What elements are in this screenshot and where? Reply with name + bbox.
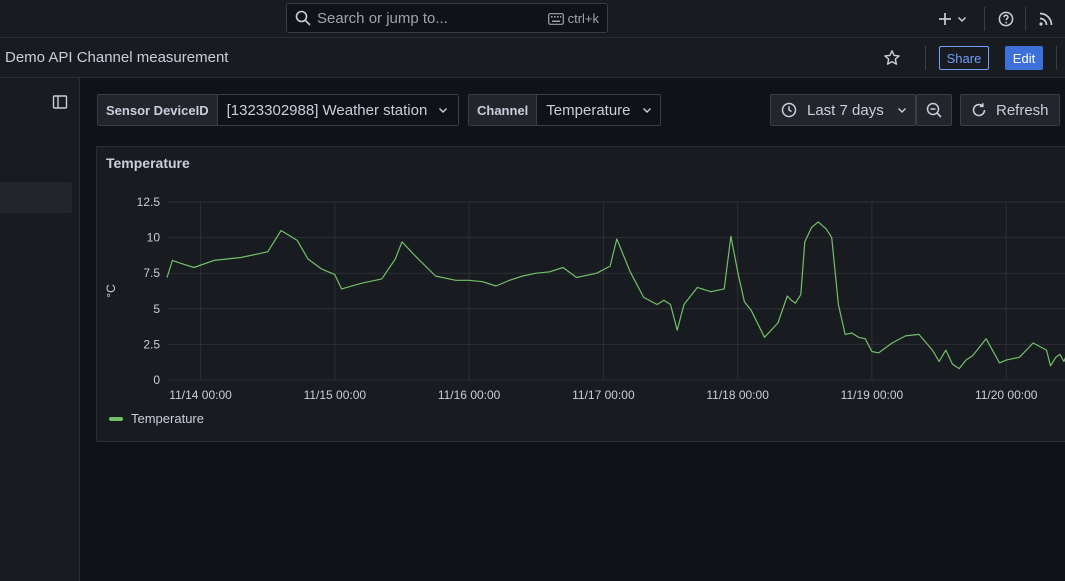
y-tick-label: 0 (153, 373, 160, 387)
sensor-variable-select[interactable]: [1323302988] Weather station (218, 95, 458, 125)
x-tick-label: 11/17 00:00 (572, 388, 635, 402)
series-line-temperature (166, 221, 1065, 370)
sensor-variable-value: [1323302988] Weather station (226, 101, 428, 119)
clock-icon (781, 102, 797, 118)
top-navbar: Search or jump to... ctrl+k (0, 0, 1065, 38)
x-tick-label: 11/15 00:00 (304, 388, 367, 402)
dock-menu-button[interactable] (52, 94, 68, 115)
toolbar-divider (1025, 7, 1026, 31)
temperature-panel[interactable]: 0 2.5 5 7.5 10 12.5 11/14 00:00 11/15 00:00 11/1… (96, 146, 1065, 442)
favorite-button[interactable] (883, 49, 901, 72)
sensor-variable-label: Sensor DeviceID (98, 95, 218, 125)
search-placeholder: Search or jump to... (317, 9, 448, 27)
dashboard-title[interactable]: Demo API Channel measurement (5, 49, 228, 66)
shortcut-label: ctrl+k (567, 11, 599, 26)
time-range-picker[interactable]: Last 7 days (770, 94, 916, 126)
x-tick-label: 11/18 00:00 (706, 388, 769, 402)
rss-icon (1039, 12, 1053, 26)
edit-button[interactable]: Edit (1005, 46, 1043, 70)
y-axis-label: °C (104, 284, 118, 298)
help-icon (998, 11, 1014, 27)
dock-sidebar-icon (52, 95, 68, 109)
y-tick-label: 2.5 (143, 337, 160, 351)
chevron-down-icon (642, 108, 651, 113)
zoom-out-icon (926, 102, 942, 118)
star-icon (884, 50, 900, 65)
share-button[interactable]: Share (939, 46, 989, 70)
chevron-down-icon (957, 16, 967, 23)
time-range-label: Last 7 days (807, 101, 884, 119)
sidebar (0, 78, 80, 581)
channel-variable-label: Channel (469, 95, 538, 125)
x-tick-label: 11/16 00:00 (438, 388, 501, 402)
x-tick-label: 11/19 00:00 (841, 388, 904, 402)
refresh-button[interactable]: Refresh (960, 94, 1060, 126)
y-tick-label: 10 (147, 231, 161, 245)
keyboard-icon (547, 12, 564, 25)
chevron-down-icon (439, 108, 448, 113)
y-tick-label: 7.5 (143, 266, 160, 280)
zoom-out-button[interactable] (916, 94, 952, 126)
search-input[interactable]: Search or jump to... ctrl+k (286, 3, 608, 33)
breadcrumb-bar: Demo API Channel measurement Share Edit (0, 38, 1065, 78)
channel-variable-select[interactable]: Temperature (537, 95, 660, 125)
refresh-icon (972, 103, 986, 117)
toolbar-divider (984, 7, 985, 31)
y-tick-label: 5 (153, 302, 160, 316)
y-tick-label: 12.5 (137, 195, 161, 209)
legend-swatch (109, 416, 123, 421)
legend-label[interactable]: Temperature (131, 411, 204, 426)
search-shortcut: ctrl+k (547, 11, 599, 26)
x-tick-label: 11/20 00:00 (975, 388, 1038, 402)
channel-variable: Channel Temperature (468, 94, 661, 126)
sidebar-item-active[interactable] (0, 182, 72, 213)
chevron-down-icon (897, 108, 906, 113)
channel-variable-value: Temperature (546, 101, 631, 119)
time-series-chart: 0 2.5 5 7.5 10 12.5 11/14 00:00 11/15 00:00 11/1… (104, 195, 1065, 402)
help-button[interactable] (998, 9, 1014, 29)
legend: Temperature (109, 411, 204, 426)
sensor-variable: Sensor DeviceID [1323302988] Weather sta… (97, 94, 459, 126)
new-menu-button[interactable] (937, 9, 968, 29)
refresh-label: Refresh (996, 101, 1049, 119)
toolbar-divider (925, 46, 926, 70)
x-tick-label: 11/14 00:00 (169, 388, 232, 402)
plus-icon (939, 13, 951, 25)
news-button[interactable] (1038, 9, 1054, 29)
search-icon (295, 10, 311, 26)
panel-title: Temperature (106, 155, 190, 171)
toolbar-divider (1056, 46, 1057, 70)
